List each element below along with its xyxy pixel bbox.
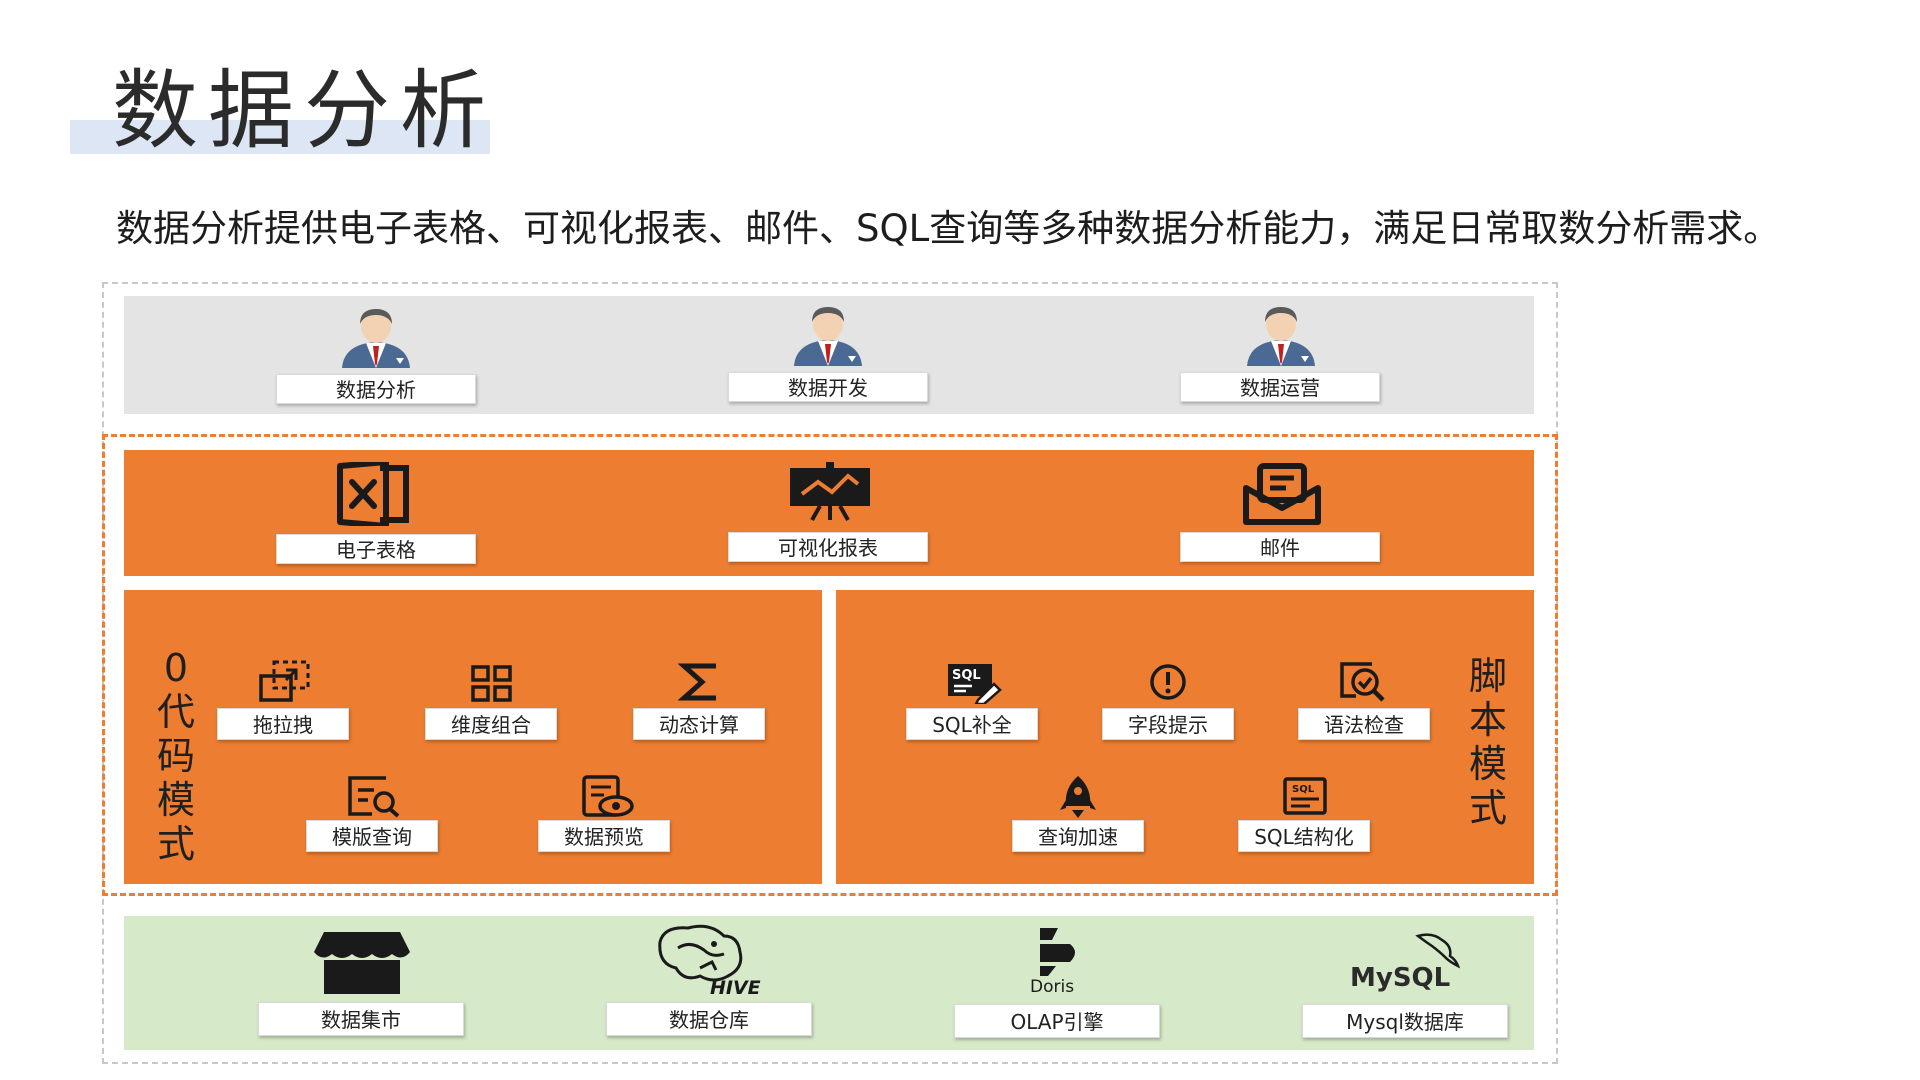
app-label: 邮件	[1180, 532, 1380, 562]
template-search-icon	[348, 776, 400, 818]
feature-label: 动态计算	[633, 708, 765, 740]
sql-edit-icon: SQL	[948, 664, 1002, 704]
role-label: 数据开发	[728, 372, 928, 402]
hive-logo-text: HIVE	[710, 977, 761, 998]
data-source-label: 数据集市	[258, 1002, 464, 1036]
feature-label: 模版查询	[306, 820, 438, 852]
role-label: 数据分析	[276, 374, 476, 404]
user-icon	[342, 309, 410, 368]
title-char: 码	[156, 734, 195, 778]
title-char: 代	[156, 690, 195, 734]
user-icon	[1247, 307, 1315, 366]
rocket-icon	[1060, 776, 1096, 818]
user-icon	[794, 307, 862, 366]
alert-icon	[1150, 664, 1186, 700]
app-label: 可视化报表	[728, 532, 928, 562]
spreadsheet-icon	[337, 462, 409, 526]
title-char: 式	[1468, 786, 1507, 830]
presentation-chart-icon	[790, 462, 870, 521]
sigma-icon	[678, 663, 716, 701]
title-char: 模	[156, 778, 195, 822]
feature-label: 数据预览	[538, 820, 670, 852]
feature-label: 语法检查	[1298, 708, 1430, 740]
title-char: 本	[1468, 698, 1507, 742]
script-mode-title: 脚 本 模 式	[1466, 654, 1510, 830]
data-source-label: Mysql数据库	[1302, 1004, 1508, 1038]
feature-label: 查询加速	[1012, 820, 1144, 852]
page-title: 数据分析	[112, 61, 496, 161]
page-subtitle: 数据分析提供电子表格、可视化报表、邮件、SQL查询等多种数据分析能力，满足日常取…	[116, 207, 1781, 250]
feature-label: 字段提示	[1102, 708, 1234, 740]
role-label: 数据运营	[1180, 372, 1380, 402]
sql-structure-icon: SQL	[1283, 777, 1327, 815]
data-source-label: 数据仓库	[606, 1002, 812, 1036]
hive-logo: HIVE	[658, 924, 761, 998]
preview-icon	[582, 775, 634, 817]
store-icon	[314, 932, 410, 994]
feature-label: SQL结构化	[1238, 820, 1370, 852]
doris-logo: Doris	[1030, 928, 1075, 994]
mail-icon	[1243, 463, 1321, 525]
data-source-label: OLAP引擎	[954, 1004, 1160, 1038]
grid-icon	[471, 665, 512, 702]
title-char: 0	[163, 646, 189, 690]
sql-icon-text: SQL	[1292, 784, 1315, 795]
title-char: 式	[156, 822, 195, 866]
feature-label: 维度组合	[425, 708, 557, 740]
feature-label: SQL补全	[906, 708, 1038, 740]
doris-logo-text: Doris	[1030, 977, 1074, 994]
sql-icon-text: SQL	[952, 668, 981, 683]
title-char: 模	[1468, 742, 1507, 786]
no-code-mode-title: 0 代 码 模 式	[154, 646, 198, 866]
app-label: 电子表格	[276, 534, 476, 564]
drag-drop-icon	[259, 660, 310, 702]
check-search-icon	[1340, 662, 1385, 702]
title-char: 脚	[1468, 654, 1507, 698]
mysql-logo-text: MySQL	[1350, 963, 1450, 992]
mysql-logo: MySQL	[1350, 933, 1461, 992]
feature-label: 拖拉拽	[217, 708, 349, 740]
